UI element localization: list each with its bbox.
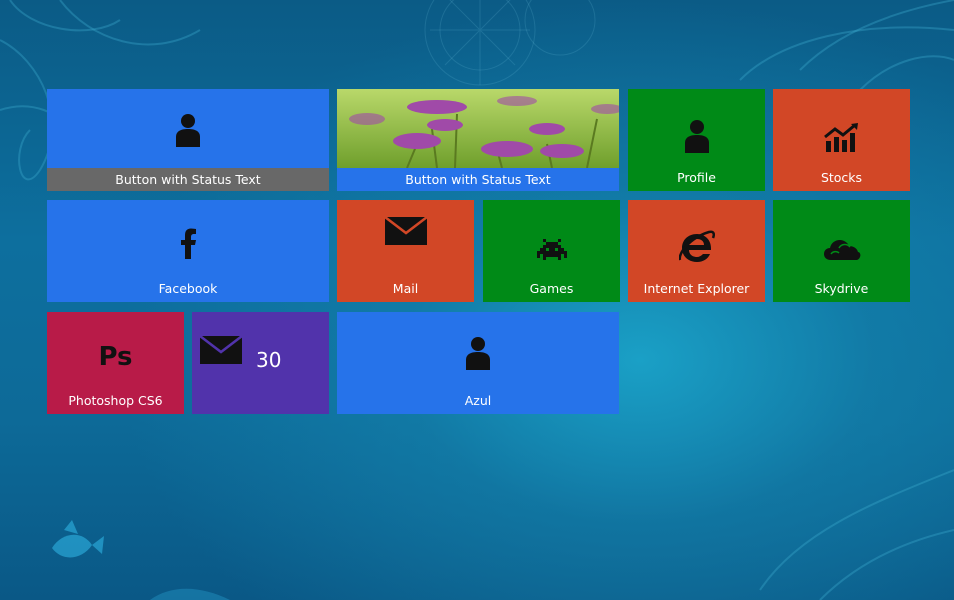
tile-label: Internet Explorer [643, 281, 750, 296]
status-text: Button with Status Text [47, 168, 329, 191]
tile-mail-count[interactable]: 30 [192, 312, 329, 414]
tile-mail[interactable]: Mail [337, 200, 474, 302]
tile-button-status-gray[interactable]: Button with Status Text [47, 89, 329, 191]
tile-facebook[interactable]: Facebook [47, 200, 329, 302]
facebook-icon [181, 228, 196, 259]
person-icon [176, 114, 200, 147]
tile-label: Skydrive [814, 281, 869, 296]
tile-photoshop[interactable]: Ps Photoshop CS6 [47, 312, 184, 414]
photoshop-icon: Ps [98, 342, 133, 372]
tile-internet-explorer[interactable]: Internet Explorer [628, 200, 765, 302]
person-icon [684, 120, 709, 153]
tile-label: Profile [677, 170, 716, 185]
tile-label: Stocks [820, 170, 863, 185]
mail-icon [384, 217, 427, 245]
tile-label: Mail [392, 281, 419, 296]
status-text: Button with Status Text [337, 168, 619, 191]
tile-games[interactable]: Games [483, 200, 620, 302]
tile-profile[interactable]: Profile [628, 89, 765, 191]
flower-photo [337, 89, 619, 168]
skydrive-icon [823, 240, 860, 260]
mail-icon [200, 336, 242, 364]
start-screen: Button with Status Text Button with Stat… [0, 0, 954, 600]
tile-stocks[interactable]: Stocks [773, 89, 910, 191]
person-icon [466, 337, 490, 370]
tile-skydrive[interactable]: Skydrive [773, 200, 910, 302]
tile-label: Photoshop CS6 [68, 393, 163, 408]
tile-label: Games [529, 281, 574, 296]
stocks-icon [823, 123, 858, 152]
tile-azul[interactable]: Azul [337, 312, 619, 414]
games-icon [536, 239, 567, 260]
internet-explorer-icon [678, 230, 715, 262]
unread-count: 30 [256, 348, 282, 372]
tile-button-status-image[interactable]: Button with Status Text [337, 89, 619, 191]
tile-label: Facebook [158, 281, 218, 296]
tile-label: Azul [464, 393, 492, 408]
